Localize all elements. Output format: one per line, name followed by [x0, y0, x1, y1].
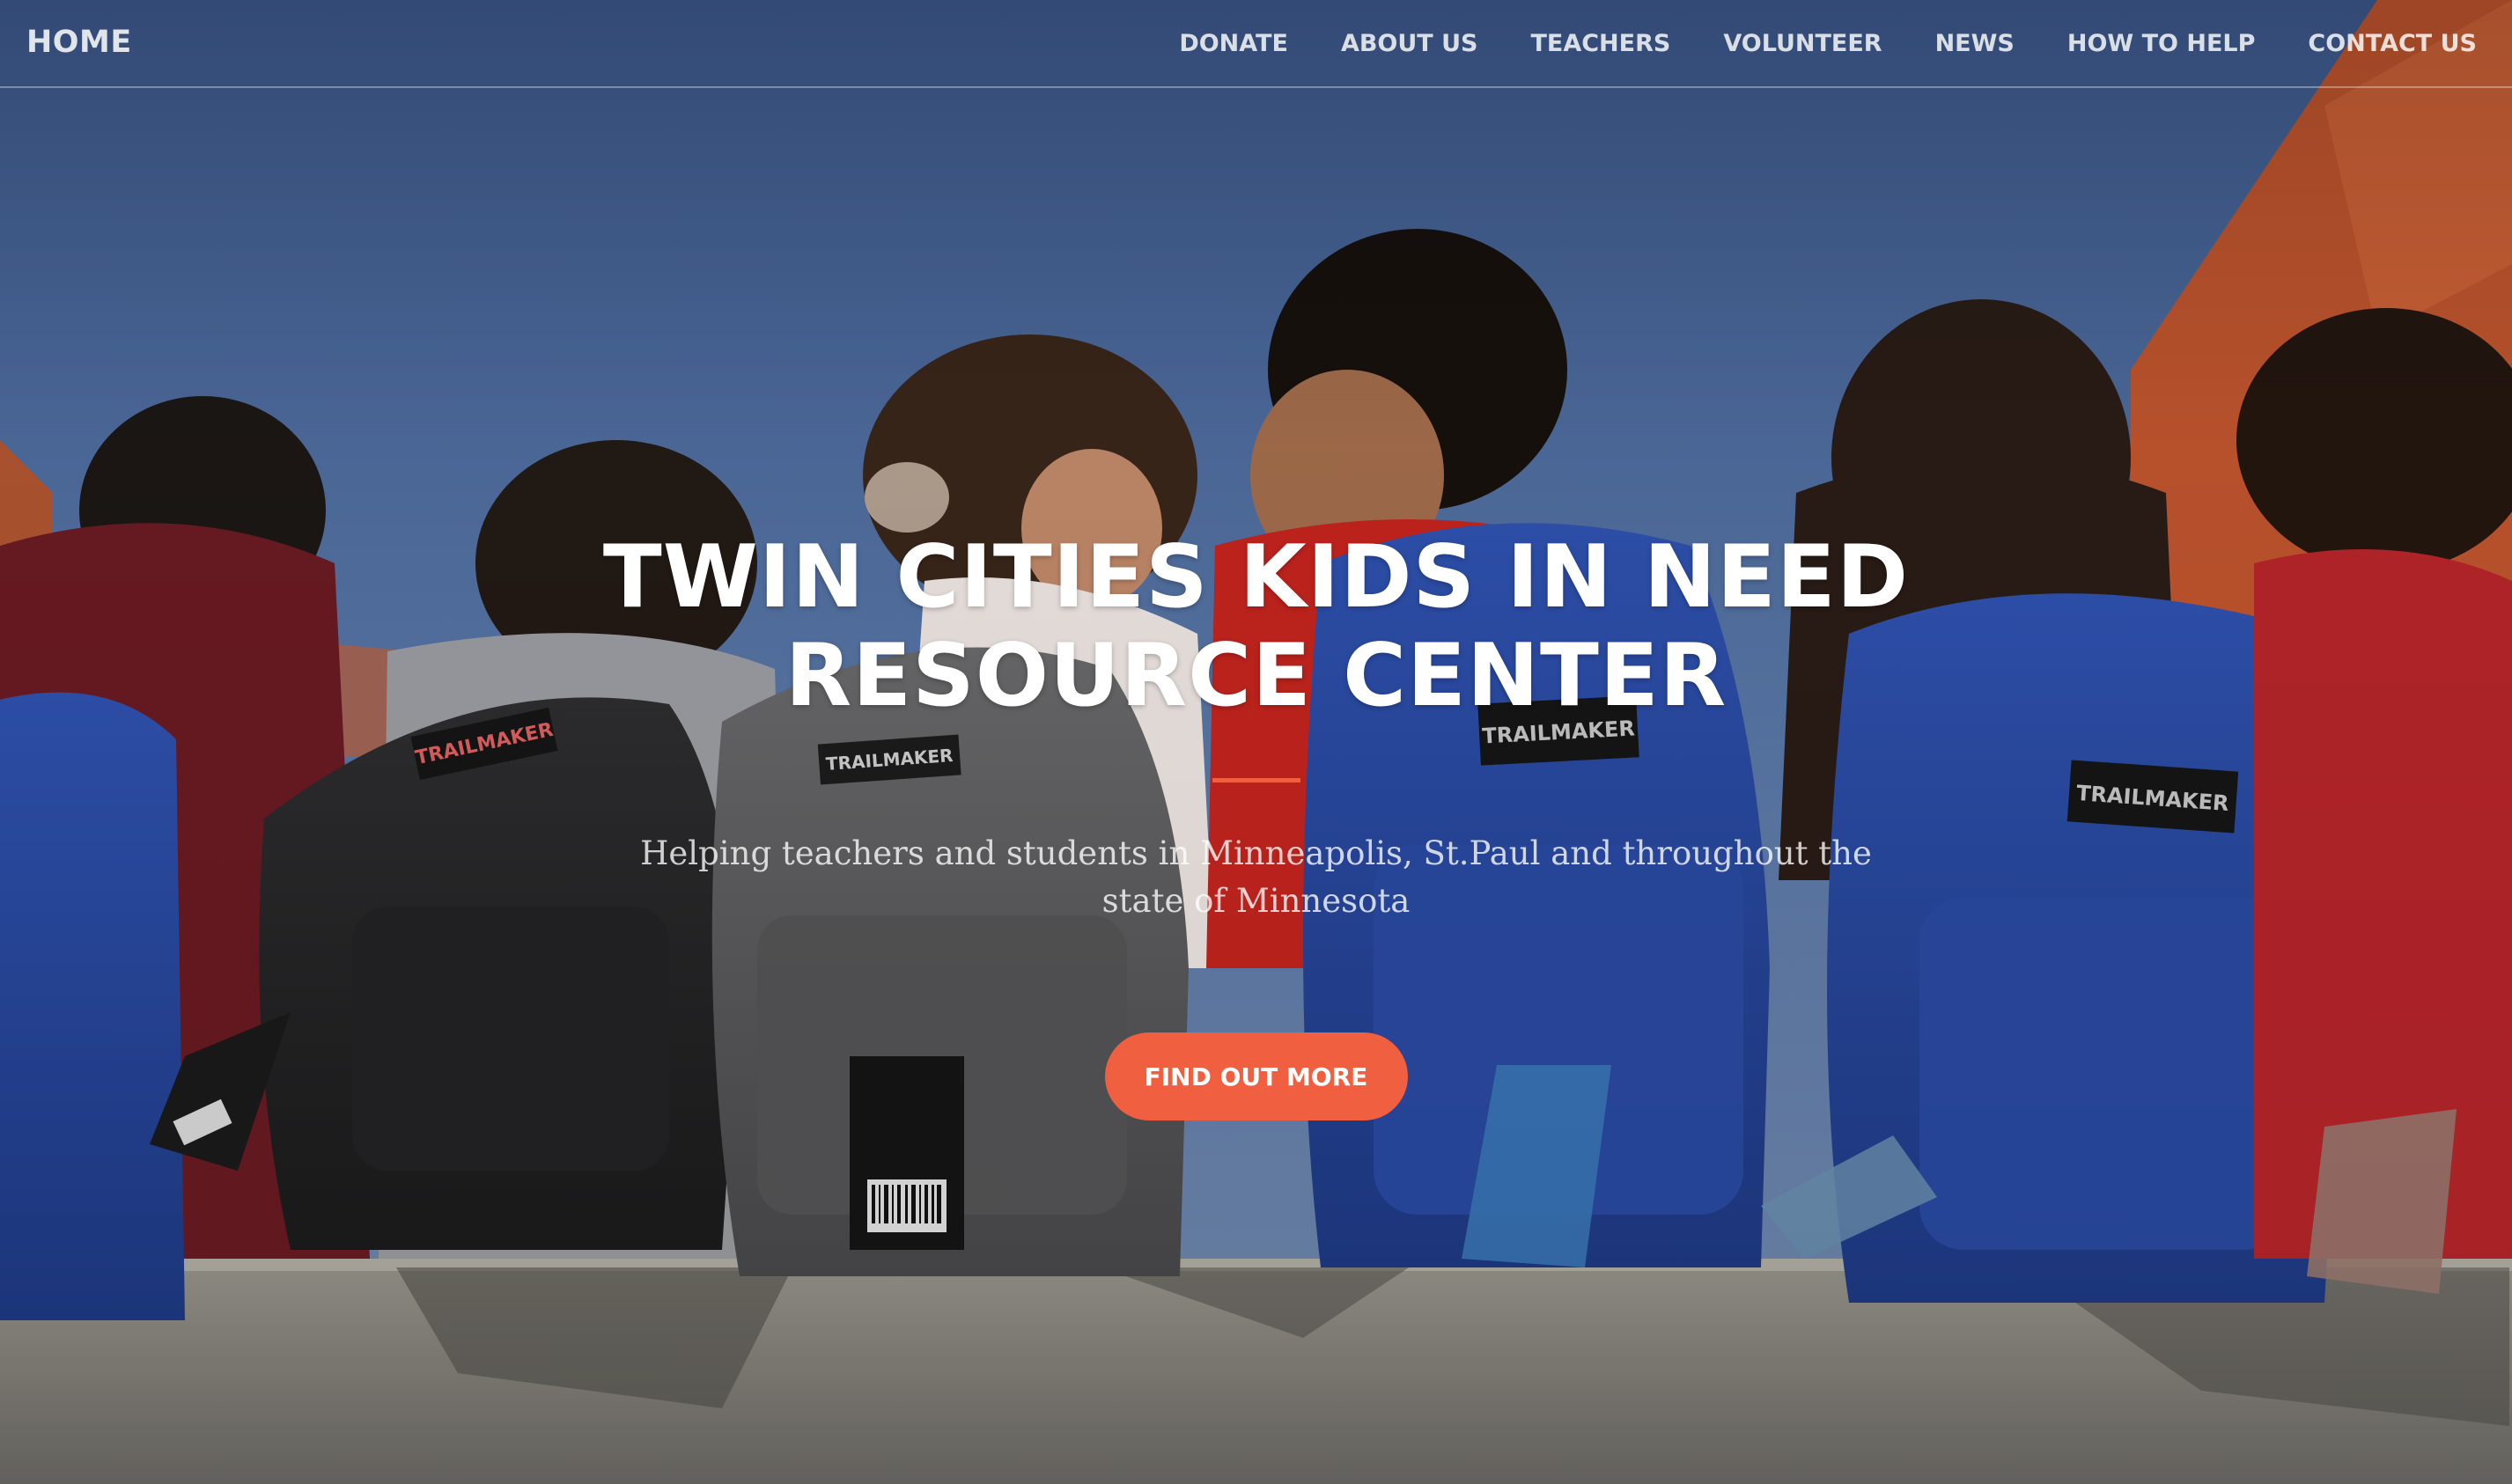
hero-section: TWIN CITIES KIDS IN NEED RESOURCE CENTER…: [0, 528, 2512, 1120]
hero-title: TWIN CITIES KIDS IN NEED RESOURCE CENTER: [602, 527, 1910, 726]
page: TRAILMAKER TRAILMAKER T: [0, 0, 2512, 1484]
nav-teachers[interactable]: TEACHERS: [1530, 30, 1670, 57]
nav-news[interactable]: NEWS: [1935, 30, 2015, 57]
find-out-more-button[interactable]: FIND OUT MORE: [1104, 1032, 1408, 1120]
hero-subtitle: Helping teachers and students in Minneap…: [640, 834, 1872, 920]
top-navbar: HOME DONATE ABOUT US TEACHERS VOLUNTEER …: [0, 0, 2512, 88]
nav-links: DONATE ABOUT US TEACHERS VOLUNTEER NEWS …: [1179, 30, 2477, 57]
nav-volunteer[interactable]: VOLUNTEER: [1723, 30, 1882, 57]
hero-divider: [1212, 778, 1300, 782]
nav-about-us[interactable]: ABOUT US: [1341, 30, 1478, 57]
nav-how-to-help[interactable]: HOW TO HELP: [2067, 30, 2256, 57]
nav-donate[interactable]: DONATE: [1179, 30, 1288, 57]
nav-contact-us[interactable]: CONTACT US: [2308, 30, 2477, 57]
home-link[interactable]: HOME: [26, 25, 132, 60]
